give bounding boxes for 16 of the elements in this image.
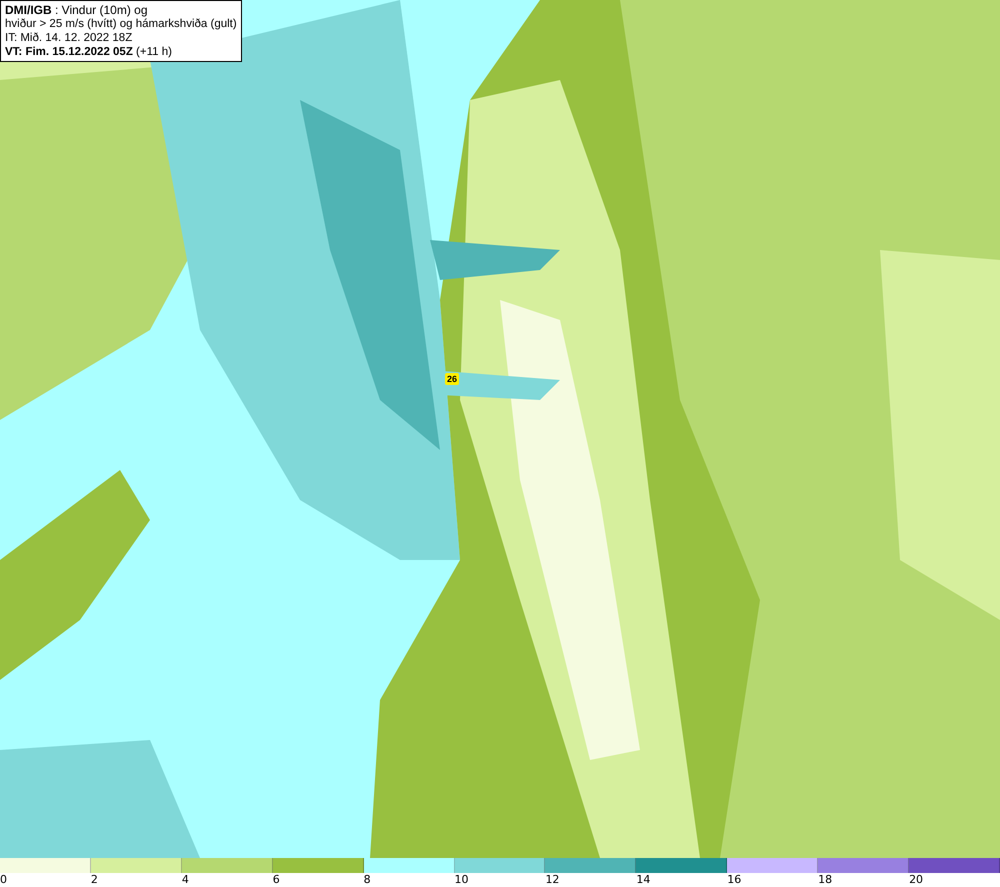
legend-tick-label: 12 [545, 873, 560, 887]
legend-tick-label: 2 [90, 873, 99, 887]
legend-tick-label: 6 [272, 873, 281, 887]
legend-tick-label: 20 [909, 873, 924, 887]
legend-tick-label: 14 [636, 873, 652, 887]
legend-tick-label: 10 [454, 873, 470, 887]
info-text: VT: Fim. 15.12.2022 05Z (+11 h) [5, 45, 173, 59]
max-gust-label: 26 [445, 373, 460, 385]
legend-tick-label: 16 [727, 873, 742, 887]
legend-tick-label: 0 [0, 873, 8, 887]
info-text: DMI/IGB : Vindur (10m) og [5, 3, 148, 17]
info-text: IT: Mið. 14. 12. 2022 18Z [5, 31, 134, 45]
info-text: hviður > 25 m/s (hvítt) og hámarkshviða (gult) [5, 17, 237, 31]
legend-tick-label: 18 [818, 873, 834, 887]
legend-tick-label: 4 [182, 873, 190, 887]
legend-tick-label: 8 [364, 873, 372, 887]
